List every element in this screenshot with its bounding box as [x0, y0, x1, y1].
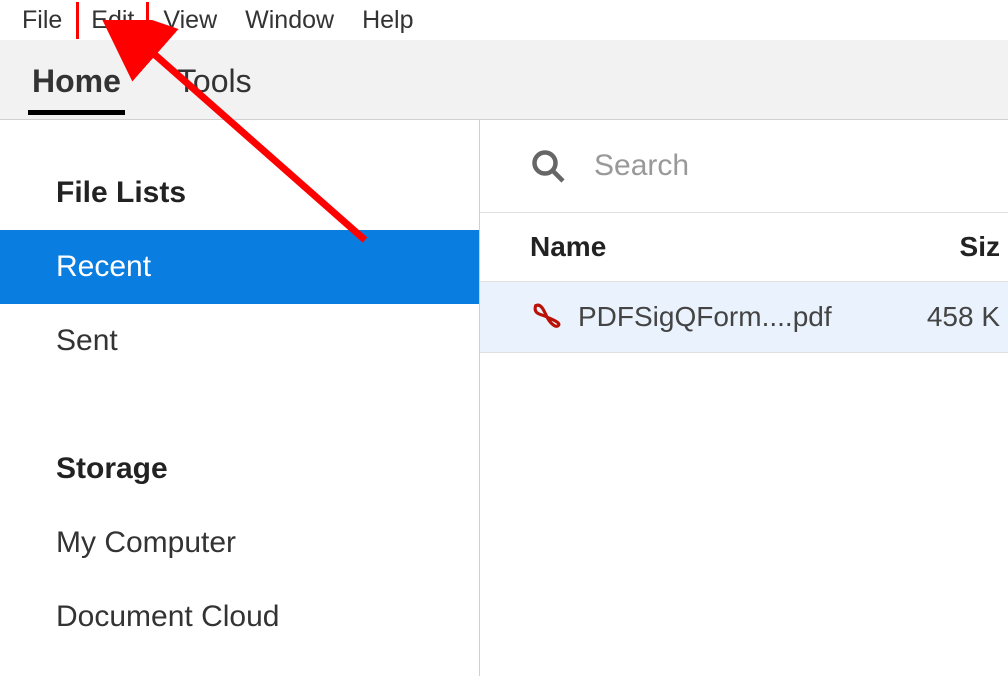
search-row	[480, 120, 1008, 213]
search-input[interactable]	[594, 149, 1008, 183]
main-area: File Lists Recent Sent Storage My Comput…	[0, 120, 1008, 676]
column-header-name[interactable]: Name	[530, 231, 918, 263]
menubar: File Edit View Window Help	[0, 0, 1008, 40]
tab-tools[interactable]: Tools	[173, 45, 256, 114]
sidebar-item-sent[interactable]: Sent	[0, 304, 479, 378]
sidebar: File Lists Recent Sent Storage My Comput…	[0, 120, 480, 676]
file-name: PDFSigQForm....pdf	[578, 301, 918, 333]
pdf-icon	[530, 300, 578, 334]
menu-help[interactable]: Help	[348, 2, 427, 39]
column-header-size[interactable]: Siz	[918, 231, 1008, 263]
sidebar-heading-file-lists: File Lists	[0, 156, 479, 230]
sidebar-item-document-cloud[interactable]: Document Cloud	[0, 580, 479, 654]
sidebar-item-recent[interactable]: Recent	[0, 230, 479, 304]
sidebar-item-my-computer[interactable]: My Computer	[0, 506, 479, 580]
tab-bar: Home Tools	[0, 40, 1008, 120]
content-area: Name Siz PDFSigQForm....pdf 458 K	[480, 120, 1008, 676]
file-size: 458 K	[918, 301, 1008, 333]
sidebar-heading-storage: Storage	[0, 432, 479, 506]
search-icon	[530, 148, 566, 184]
menu-edit[interactable]: Edit	[76, 2, 149, 39]
menu-view[interactable]: View	[149, 2, 231, 39]
menu-window[interactable]: Window	[231, 2, 348, 39]
table-header: Name Siz	[480, 213, 1008, 282]
tab-home[interactable]: Home	[28, 45, 125, 114]
table-row[interactable]: PDFSigQForm....pdf 458 K	[480, 282, 1008, 353]
menu-file[interactable]: File	[8, 2, 76, 39]
